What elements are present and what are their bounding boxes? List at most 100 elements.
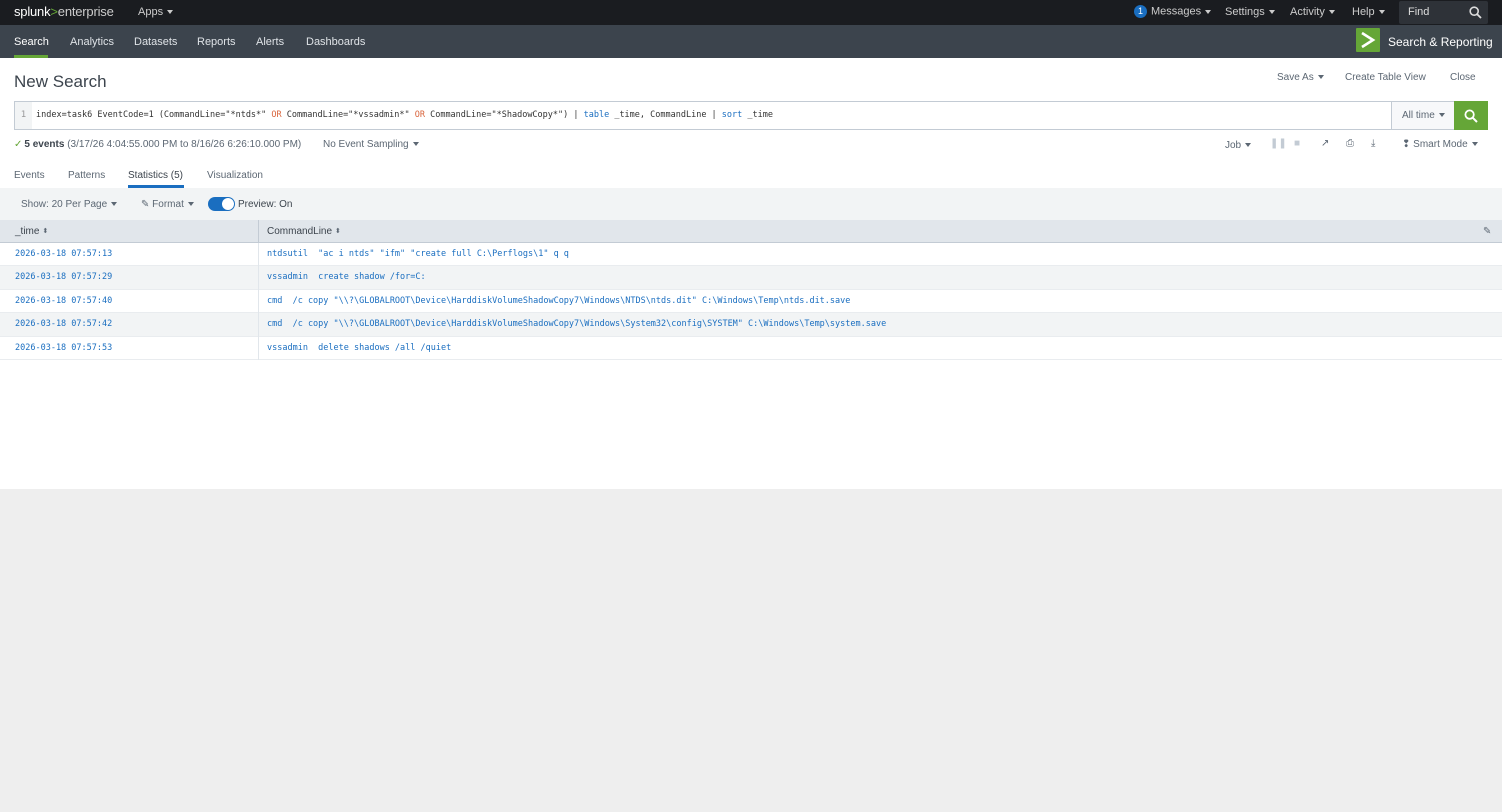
save-as-button[interactable]: Save As <box>1277 72 1324 83</box>
page-title: New Search <box>14 72 107 91</box>
splunk-logo[interactable]: splunk>enterprise <box>14 4 114 19</box>
help-label: Help <box>1352 6 1375 18</box>
commandline-cell[interactable]: vssadmin create shadow /for=C: <box>267 272 426 282</box>
event-count: 5 events <box>24 139 65 150</box>
nav-dashboards[interactable]: Dashboards <box>306 36 365 48</box>
table-row: 2026-03-18 07:57:13 ntdsutil "ac i ntds"… <box>0 243 1502 267</box>
search-mode-dropdown[interactable]: ❢ Smart Mode <box>1402 139 1478 150</box>
sort-icon: ⬍ <box>42 228 49 236</box>
search-icon <box>1464 109 1478 123</box>
column-label: CommandLine <box>267 226 333 237</box>
print-icon[interactable]: ⎙ <box>1346 138 1354 149</box>
query-token: CommandLine="*ShadowCopy*") | <box>424 110 584 120</box>
pause-icon[interactable]: ❚❚ <box>1270 138 1287 149</box>
search-bar: 1 index=task6 EventCode=1 (CommandLine="… <box>14 101 1488 130</box>
export-icon[interactable]: ⤓ <box>1371 138 1375 149</box>
chevron-down-icon <box>1268 10 1275 15</box>
commandline-cell[interactable]: vssadmin delete shadows /all /quiet <box>267 343 451 353</box>
table-row: 2026-03-18 07:57:29 vssadmin create shad… <box>0 266 1502 290</box>
chevron-down-icon <box>1245 143 1252 148</box>
app-chevron-icon <box>1356 28 1380 52</box>
chevron-down-icon <box>187 202 194 207</box>
find-placeholder: Find <box>1408 6 1430 18</box>
preview-toggle[interactable] <box>208 197 235 211</box>
help-menu[interactable]: Help <box>1352 6 1385 18</box>
app-nav-bar: Search Analytics Datasets Reports Alerts… <box>0 25 1502 58</box>
table-header: _time ⬍ CommandLine ⬍ ✎ <box>0 220 1502 243</box>
table-row: 2026-03-18 07:57:53 vssadmin delete shad… <box>0 337 1502 360</box>
logo-enterprise: enterprise <box>57 4 114 19</box>
table-row: 2026-03-18 07:57:42 cmd /c copy "\\?\GLO… <box>0 313 1502 337</box>
tab-visualization[interactable]: Visualization <box>207 170 263 181</box>
commandline-cell[interactable]: ntdsutil "ac i ntds" "ifm" "create full … <box>267 249 569 259</box>
query-command: sort <box>721 110 743 120</box>
share-icon[interactable]: ↗ <box>1321 138 1329 149</box>
commandline-cell[interactable]: cmd /c copy "\\?\GLOBALROOT\Device\Hardd… <box>267 319 886 329</box>
search-mode-label: Smart Mode <box>1413 139 1468 150</box>
nav-alerts[interactable]: Alerts <box>256 36 284 48</box>
create-table-view-button[interactable]: Create Table View <box>1345 72 1426 83</box>
query-token: CommandLine="*vssadmin*" <box>281 110 415 120</box>
tab-events[interactable]: Events <box>14 170 45 181</box>
logo-splunk: splunk <box>14 4 51 19</box>
time-range-label: All time <box>1402 110 1435 121</box>
close-button[interactable]: Close <box>1450 72 1476 83</box>
chevron-down-icon <box>1438 113 1445 118</box>
search-main-panel: New Search Save As Create Table View Clo… <box>0 58 1502 489</box>
per-page-dropdown[interactable]: Show: 20 Per Page <box>21 199 118 210</box>
app-title[interactable]: Search & Reporting <box>1388 35 1493 49</box>
messages-menu[interactable]: 1 Messages <box>1134 5 1212 18</box>
results-toolbar: Show: 20 Per Page ✎ Format Preview: On <box>0 188 1502 220</box>
top-bar: splunk>enterprise Apps 1 Messages Setting… <box>0 0 1502 25</box>
event-sampling-dropdown[interactable]: No Event Sampling <box>323 139 419 150</box>
column-divider <box>258 243 259 360</box>
time-cell[interactable]: 2026-03-18 07:57:53 <box>15 343 112 353</box>
nav-reports[interactable]: Reports <box>197 36 236 48</box>
format-label: Format <box>152 199 184 210</box>
time-cell[interactable]: 2026-03-18 07:57:40 <box>15 296 112 306</box>
search-icon[interactable] <box>1469 6 1482 22</box>
nav-analytics[interactable]: Analytics <box>70 36 114 48</box>
nav-datasets[interactable]: Datasets <box>134 36 177 48</box>
chevron-down-icon <box>1471 142 1478 147</box>
chevron-down-icon <box>1317 75 1324 80</box>
stop-icon[interactable]: ■ <box>1294 138 1300 149</box>
column-header-time[interactable]: _time ⬍ <box>15 226 48 237</box>
pencil-icon[interactable]: ✎ <box>1483 226 1491 237</box>
chevron-down-icon <box>111 202 118 207</box>
nav-search[interactable]: Search <box>14 36 49 48</box>
settings-label: Settings <box>1225 6 1265 18</box>
table-body: 2026-03-18 07:57:13 ntdsutil "ac i ntds"… <box>0 243 1502 360</box>
column-header-commandline[interactable]: CommandLine ⬍ <box>267 226 341 237</box>
sort-icon: ⬍ <box>335 228 341 236</box>
logo-gt: > <box>50 4 58 19</box>
time-range-picker[interactable]: All time <box>1391 102 1454 129</box>
table-row: 2026-03-18 07:57:40 cmd /c copy "\\?\GLO… <box>0 290 1502 314</box>
line-number: 1 <box>15 102 32 129</box>
activity-label: Activity <box>1290 6 1325 18</box>
apps-menu[interactable]: Apps <box>138 6 174 18</box>
save-as-label: Save As <box>1277 72 1314 83</box>
pencil-icon: ✎ <box>141 199 150 210</box>
lightbulb-icon: ❢ <box>1402 139 1411 150</box>
chevron-down-icon <box>1205 9 1212 14</box>
settings-menu[interactable]: Settings <box>1225 6 1275 18</box>
commandline-cell[interactable]: cmd /c copy "\\?\GLOBALROOT\Device\Hardd… <box>267 296 850 306</box>
time-cell[interactable]: 2026-03-18 07:57:29 <box>15 272 112 282</box>
per-page-label: Show: 20 Per Page <box>21 199 108 210</box>
activity-menu[interactable]: Activity <box>1290 6 1335 18</box>
preview-label: Preview: On <box>238 199 293 210</box>
time-cell[interactable]: 2026-03-18 07:57:13 <box>15 249 112 259</box>
messages-count-badge: 1 <box>1134 5 1147 18</box>
run-search-button[interactable] <box>1454 101 1488 130</box>
chevron-down-icon <box>1328 10 1335 15</box>
job-menu[interactable]: Job <box>1225 140 1252 151</box>
format-dropdown[interactable]: ✎ Format <box>141 199 194 210</box>
tab-statistics[interactable]: Statistics (5) <box>128 170 183 181</box>
event-time-range: (3/17/26 4:04:55.000 PM to 8/16/26 6:26:… <box>67 139 302 150</box>
time-cell[interactable]: 2026-03-18 07:57:42 <box>15 319 112 329</box>
query-token: _time, CommandLine | <box>609 110 722 120</box>
tab-patterns[interactable]: Patterns <box>68 170 105 181</box>
search-query-input[interactable]: index=task6 EventCode=1 (CommandLine="*n… <box>36 110 773 120</box>
find-input[interactable]: Find <box>1399 1 1488 24</box>
